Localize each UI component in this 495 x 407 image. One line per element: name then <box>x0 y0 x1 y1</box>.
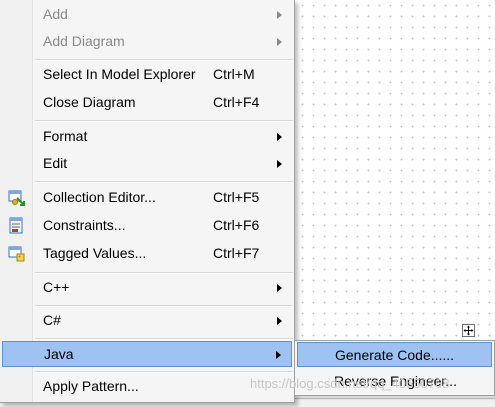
menu-item-java[interactable]: Java <box>2 341 292 367</box>
submenu-item-generate-code[interactable]: Generate Code...... <box>297 342 492 367</box>
menu-item-csharp-label: C# <box>43 312 61 328</box>
menu-item-select-in-model-explorer-label: Select In Model Explorer <box>43 66 196 82</box>
submenu-arrow-icon <box>277 38 282 46</box>
menu-item-tagged-values-label: Tagged Values... <box>43 245 147 261</box>
menu-item-apply-pattern-label: Apply Pattern... <box>43 378 139 394</box>
menu-separator <box>35 272 293 274</box>
shortcut-ctrl-f4: Ctrl+F4 <box>213 94 260 110</box>
submenu-arrow-icon <box>276 351 281 359</box>
context-menu: Add Add Diagram Select In Model Explorer… <box>0 0 295 403</box>
menu-item-format[interactable]: Format <box>2 124 292 150</box>
menu-separator <box>35 181 293 183</box>
menu-item-constraints-label: Constraints... <box>43 217 126 233</box>
menu-item-add-label: Add <box>43 6 68 22</box>
submenu-arrow-icon <box>277 11 282 19</box>
menu-item-add-diagram[interactable]: Add Diagram <box>2 29 292 55</box>
menu-item-edit[interactable]: Edit <box>2 151 292 177</box>
menu-item-collection-editor[interactable]: Collection Editor... Ctrl+F5 <box>2 185 292 211</box>
submenu-arrow-icon <box>277 160 282 168</box>
shortcut-ctrl-m: Ctrl+M <box>213 66 255 82</box>
menu-item-close-diagram[interactable]: Close Diagram Ctrl+F4 <box>2 90 292 116</box>
menu-item-csharp[interactable]: C# <box>2 308 292 334</box>
menu-separator <box>35 305 293 307</box>
menu-item-format-label: Format <box>43 128 88 144</box>
menu-item-add-diagram-label: Add Diagram <box>43 33 125 49</box>
constraints-icon <box>9 217 23 234</box>
menu-separator <box>35 338 293 340</box>
menu-item-collection-editor-label: Collection Editor... <box>43 189 156 205</box>
menu-item-cpp[interactable]: C++ <box>2 275 292 301</box>
tagged-values-icon <box>8 246 25 262</box>
submenu-arrow-icon <box>277 284 282 292</box>
menu-item-apply-pattern[interactable]: Apply Pattern... <box>2 374 292 400</box>
menu-item-tagged-values[interactable]: Tagged Values... Ctrl+F7 <box>2 241 292 267</box>
menu-item-cpp-label: C++ <box>43 279 70 295</box>
menu-separator <box>35 59 293 61</box>
submenu-arrow-icon <box>277 317 282 325</box>
menu-item-add[interactable]: Add <box>2 2 292 28</box>
shortcut-ctrl-f6: Ctrl+F6 <box>213 217 260 233</box>
submenu-item-generate-code-label: Generate Code...... <box>335 347 455 363</box>
move-handle-icon[interactable] <box>462 324 475 337</box>
collection-editor-icon <box>8 190 25 206</box>
watermark: https://blog.csdn.net/qq_40550768 <box>250 376 450 391</box>
menu-separator <box>35 120 293 122</box>
menu-item-constraints[interactable]: Constraints... Ctrl+F6 <box>2 213 292 239</box>
menu-item-edit-label: Edit <box>43 155 68 171</box>
menu-separator <box>35 371 293 373</box>
shortcut-ctrl-f7: Ctrl+F7 <box>213 245 260 261</box>
menu-item-close-diagram-label: Close Diagram <box>43 94 136 110</box>
shortcut-ctrl-f5: Ctrl+F5 <box>213 189 260 205</box>
menu-item-select-in-model-explorer[interactable]: Select In Model Explorer Ctrl+M <box>2 62 292 88</box>
menu-item-java-label: Java <box>44 346 74 362</box>
submenu-arrow-icon <box>277 133 282 141</box>
